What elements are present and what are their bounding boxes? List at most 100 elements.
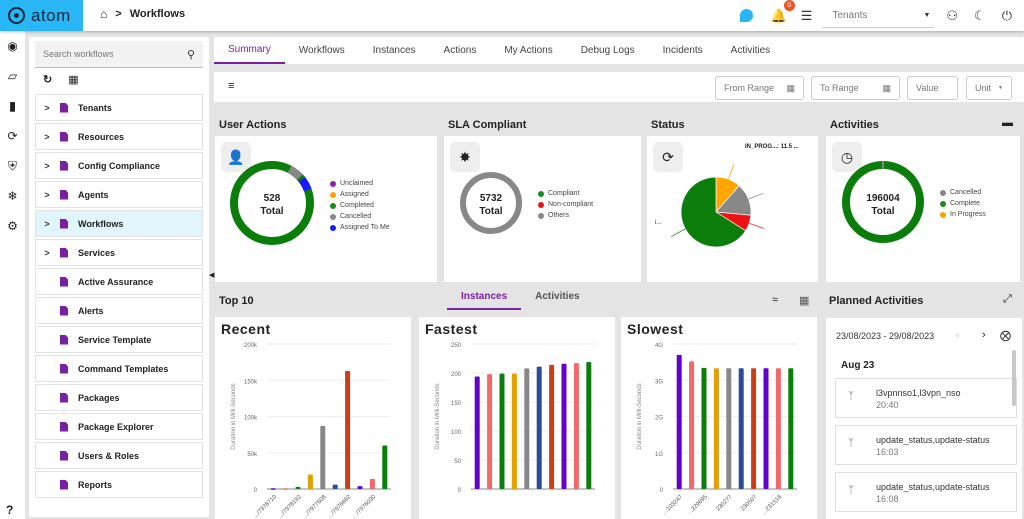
refresh-icon[interactable]: ↻ [43, 73, 52, 86]
tab-debug-logs[interactable]: Debug Logs [567, 37, 649, 64]
analytics-bar-icon[interactable]: ▮ [0, 91, 25, 121]
sidebar-item[interactable]: > Services [35, 239, 203, 266]
sidebar-item[interactable]: Reports [35, 471, 203, 498]
line-chart-icon[interactable]: ≈ [772, 294, 778, 306]
settings-gear-icon[interactable]: ⚙ [0, 211, 25, 241]
workflow-node-icon: ᛉ [848, 391, 854, 402]
to-range-field[interactable]: To Range ▦ [811, 76, 900, 100]
scrollbar[interactable] [1012, 350, 1016, 406]
tab-instances[interactable]: Instances [359, 37, 430, 64]
subtab-instances[interactable]: Instances [447, 291, 522, 310]
planned-activity-item[interactable]: ᛉ l3vpnnso1,l3vpn_nso 20:40 [835, 378, 1017, 418]
tenant-select[interactable]: Tenants ▼ [822, 4, 935, 28]
chat-icon[interactable] [739, 9, 753, 22]
next-week-chevron-icon[interactable]: › [982, 329, 986, 341]
notification-badge: 0 [783, 0, 795, 11]
chevron-right-icon[interactable]: > [36, 190, 58, 200]
collapse-sidebar-handle[interactable]: ◀ [209, 271, 214, 279]
sidebar-item[interactable]: > Tenants [35, 94, 203, 121]
tab-activities[interactable]: Activities [717, 37, 784, 64]
user-actions-legend: Unclaimed Assigned Completed Cancelled Assig… [330, 178, 390, 233]
user-settings-icon[interactable]: ⚇ [946, 8, 958, 24]
workflow-cycle-icon[interactable]: ⟳ [0, 121, 25, 151]
day-header: Aug 23 [841, 360, 875, 371]
bar [536, 366, 542, 489]
chevron-right-icon[interactable]: > [36, 161, 58, 171]
filter-icon[interactable]: ≡ [228, 80, 234, 92]
search-icon[interactable]: ⚲ [187, 48, 195, 61]
sidebar-item[interactable]: Alerts [35, 297, 203, 324]
sidebar-item[interactable]: > Config Compliance [35, 152, 203, 179]
snowflake-icon[interactable]: ❄ [0, 181, 25, 211]
legend-label: Complete [950, 200, 980, 207]
x-tick-label: …/7978192 [277, 494, 304, 519]
tab-actions[interactable]: Actions [430, 37, 491, 64]
donut-center-label: 528 Total [251, 192, 293, 218]
expand-icon[interactable]: ⤢ [1003, 293, 1012, 306]
value-field[interactable]: Value [907, 76, 958, 100]
legend-dot-icon [330, 224, 336, 231]
subtab-activities[interactable]: Activities [521, 291, 593, 310]
legend-dot-icon [940, 211, 946, 218]
power-logout-icon[interactable]: ⏻ [1002, 8, 1012, 24]
bar [701, 367, 707, 489]
bar [586, 361, 592, 489]
grid-view-icon[interactable]: ▦ [68, 73, 78, 86]
bar [713, 368, 719, 489]
devices-icon[interactable]: ▱ [0, 61, 25, 91]
legend-dot-icon [538, 190, 544, 197]
sidebar-item-label: Tenants [78, 102, 112, 113]
help-icon[interactable]: ? [6, 503, 13, 517]
tab-my-actions[interactable]: My Actions [490, 37, 566, 64]
calendar-icon[interactable]: ▦ [882, 83, 891, 94]
donut-center-label: 5732 Total [470, 192, 512, 218]
tab-summary[interactable]: Summary [214, 37, 285, 64]
from-range-field[interactable]: From Range ▦ [715, 76, 804, 100]
sidebar-item[interactable]: > Workflows [35, 210, 203, 237]
y-axis-label: Duration in Milli-Seconds [435, 383, 441, 449]
activity-time: 20:40 [876, 400, 899, 410]
planned-activity-item[interactable]: ᛉ update_status,update-status 16:08 [835, 472, 1017, 512]
unit-select[interactable]: Unit ▼ [966, 76, 1012, 100]
sidebar-item[interactable]: Users & Roles [35, 442, 203, 469]
pie-leader-line [728, 164, 735, 180]
search-workflows-input[interactable]: Search workflows ⚲ [35, 41, 203, 68]
tab-workflows[interactable]: Workflows [285, 37, 359, 64]
clear-filter-icon[interactable]: ⨂ [1000, 329, 1011, 342]
sidebar-item-label: Services [78, 247, 116, 258]
shield-check-icon[interactable]: ⛨ [0, 151, 25, 181]
chevron-right-icon[interactable]: > [36, 219, 58, 229]
sidebar-item[interactable]: Packages [35, 384, 203, 411]
tab-incidents[interactable]: Incidents [649, 37, 717, 64]
dashboard-icon[interactable]: ◉ [0, 31, 25, 61]
calendar-icon[interactable]: ▦ [786, 83, 795, 94]
legend-label: Completed [340, 202, 374, 209]
menu-list-icon[interactable]: ☰ [801, 8, 813, 24]
home-icon[interactable]: ⌂ [100, 7, 107, 21]
chevron-right-icon[interactable]: > [36, 248, 58, 258]
collapse-panel-icon[interactable]: ▬ [1002, 117, 1013, 129]
chevron-right-icon[interactable]: > [36, 132, 58, 142]
sidebar-item[interactable]: Command Templates [35, 355, 203, 382]
planned-activity-item[interactable]: ᛉ update_status,update-status 16:03 [835, 425, 1017, 465]
bar [487, 374, 493, 489]
dark-mode-moon-icon[interactable]: ☾ [974, 8, 986, 24]
table-view-icon[interactable]: ▦ [799, 294, 809, 307]
breadcrumb: ⌂ > Workflows [100, 7, 185, 21]
app-logo[interactable]: atom [0, 0, 83, 31]
prev-week-chevron-icon[interactable]: ‹ [956, 330, 959, 341]
y-tick-label: 2G [655, 416, 663, 422]
user-actions-title: User Actions [219, 119, 287, 131]
document-icon [60, 189, 68, 200]
y-tick-label: 200k [244, 343, 258, 349]
chevron-right-icon[interactable]: > [36, 103, 58, 113]
sla-legend: Compliant Non-compliant Others [538, 188, 593, 221]
legend-label: Non-compliant [548, 201, 594, 208]
notifications-button[interactable]: 🔔 0 [771, 0, 795, 24]
document-icon [60, 450, 68, 461]
sidebar-item[interactable]: > Resources [35, 123, 203, 150]
sidebar-item[interactable]: Active Assurance [35, 268, 203, 295]
sidebar-item[interactable]: > Agents [35, 181, 203, 208]
sidebar-item[interactable]: Service Template [35, 326, 203, 353]
sidebar-item[interactable]: Package Explorer [35, 413, 203, 440]
